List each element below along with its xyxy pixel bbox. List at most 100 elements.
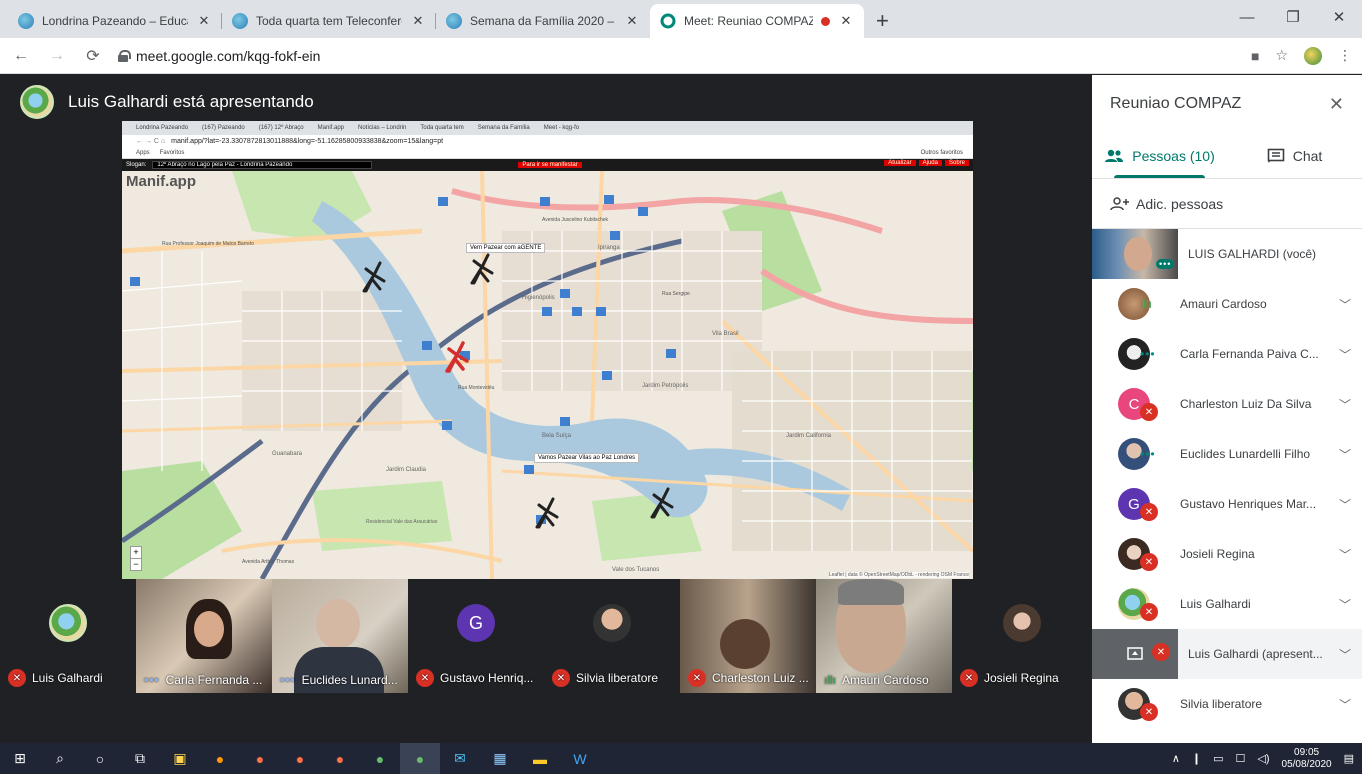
shared-tab: Manif.app: [317, 125, 344, 131]
people-icon: [1105, 149, 1124, 162]
shared-screen[interactable]: Londrina Pazeando (167) Pazeando (167) 1…: [122, 121, 973, 579]
list-item[interactable]: ✕ Josieli Regina ﹀: [1092, 529, 1362, 579]
cortana-icon[interactable]: ○: [80, 743, 120, 774]
chevron-down-icon[interactable]: ﹀: [1328, 446, 1362, 463]
participant-name: Carla Fernanda ...: [165, 673, 263, 687]
address-bar[interactable]: meet.google.com/kqg-fokf-ein: [118, 42, 1237, 70]
maximize-icon[interactable]: ❐: [1270, 0, 1316, 34]
list-item[interactable]: ✕ Silvia liberatore ﹀: [1092, 679, 1362, 729]
participant-tile[interactable]: ✕ Luis Galhardi: [0, 579, 136, 693]
shared-tab: (167) Pazeando: [202, 125, 245, 131]
avatar: [49, 604, 87, 642]
new-tab-button[interactable]: +: [864, 8, 901, 38]
chrome-icon[interactable]: ●: [240, 743, 280, 774]
chevron-down-icon[interactable]: ﹀: [1328, 596, 1362, 613]
calculator-icon[interactable]: ▦: [480, 743, 520, 774]
forward-arrow-icon[interactable]: →: [46, 47, 68, 65]
chevron-down-icon[interactable]: ﹀: [1328, 396, 1362, 413]
chevron-down-icon[interactable]: ﹀: [1328, 346, 1362, 363]
chevron-up-icon[interactable]: ∧: [1172, 752, 1180, 765]
slogan-label: Slogan:: [126, 162, 147, 168]
chevron-down-icon[interactable]: ﹀: [1328, 296, 1362, 313]
participant-tile[interactable]: ✕ Josieli Regina: [952, 579, 1092, 693]
windows-start-icon[interactable]: ⊞: [0, 743, 40, 774]
clock[interactable]: 09:05 05/08/2020: [1282, 747, 1332, 771]
browser-tab-2[interactable]: Toda quarta tem Teleconferência ✕: [222, 4, 436, 38]
avatar: [593, 604, 631, 642]
chrome-icon[interactable]: ●: [400, 743, 440, 774]
add-people-button[interactable]: Adic. pessoas: [1092, 179, 1362, 229]
list-item[interactable]: ıllı Amauri Cardoso ﹀: [1092, 279, 1362, 329]
extension-icon[interactable]: [1304, 46, 1322, 65]
participant-tile[interactable]: ✕ Silvia liberatore: [544, 579, 680, 693]
shared-address-bar: ← → C ⌂ manif.app/?lat=-23.3307872813011…: [122, 135, 973, 148]
close-panel-icon[interactable]: ✕: [1329, 94, 1344, 115]
list-item[interactable]: ••• LUIS GALHARDI (você): [1092, 229, 1362, 279]
clock-date: 05/08/2020: [1281, 758, 1332, 770]
menu-kebab-icon[interactable]: ⋮: [1338, 47, 1352, 64]
word-icon[interactable]: W: [560, 743, 600, 774]
mic-off-icon: ✕: [1152, 643, 1170, 661]
camera-icon[interactable]: ■: [1251, 48, 1259, 64]
list-item[interactable]: ✕ Luis Galhardi (apresent... ﹀: [1092, 629, 1362, 679]
close-tab-icon[interactable]: ✕: [410, 13, 426, 29]
chrome-icon[interactable]: ●: [320, 743, 360, 774]
map-district-label: Vila Brasil: [712, 331, 739, 337]
map-view[interactable]: Manif.app Vem Pazear com aGENTE Vamos Pa…: [122, 171, 973, 579]
list-item[interactable]: G ✕ Gustavo Henriques Mar... ﹀: [1092, 479, 1362, 529]
minimize-icon[interactable]: —: [1224, 0, 1270, 34]
participant-name: Euclides Lunard...: [301, 673, 398, 687]
meet-stage: Luis Galhardi está apresentando Londrina…: [0, 75, 1092, 743]
firefox-icon[interactable]: ●: [200, 743, 240, 774]
chrome-icon[interactable]: ●: [360, 743, 400, 774]
close-tab-icon[interactable]: ✕: [196, 13, 212, 29]
back-arrow-icon[interactable]: ←: [10, 47, 32, 65]
chevron-down-icon[interactable]: ﹀: [1328, 646, 1362, 663]
task-view-icon[interactable]: ⧉: [120, 743, 160, 774]
map-district-label: Vale dos Tucanos: [612, 567, 660, 573]
zoom-in-icon: +: [133, 547, 139, 557]
tab-chat[interactable]: Chat: [1227, 133, 1362, 178]
chevron-down-icon[interactable]: ﹀: [1328, 696, 1362, 713]
site-favicon-icon: [232, 13, 248, 29]
zoom-out-icon: −: [131, 558, 141, 570]
store-icon[interactable]: ▣: [160, 743, 200, 774]
reload-icon[interactable]: ⟳: [82, 46, 104, 66]
list-item[interactable]: ••• Carla Fernanda Paiva C... ﹀: [1092, 329, 1362, 379]
browser-tab-1[interactable]: Londrina Pazeando – Educar para ✕: [8, 4, 222, 38]
close-tab-icon[interactable]: ✕: [838, 13, 854, 29]
microphone-icon[interactable]: ❙: [1192, 752, 1201, 765]
map-canvas: [122, 171, 973, 579]
battery-icon[interactable]: ▭: [1213, 752, 1223, 765]
map-district-label: Jardim California: [786, 433, 832, 439]
browser-tab-3[interactable]: Semana da Família 2020 – Londri ✕: [436, 4, 650, 38]
participant-name: Amauri Cardoso: [842, 673, 929, 687]
participant-tile[interactable]: G ✕ Gustavo Henriq...: [408, 579, 544, 693]
mic-off-icon: ✕: [1140, 703, 1158, 721]
tab-people[interactable]: Pessoas (10): [1092, 133, 1227, 178]
mail-icon[interactable]: ✉: [440, 743, 480, 774]
list-item[interactable]: ✕ Luis Galhardi ﹀: [1092, 579, 1362, 629]
list-item[interactable]: ••• Euclides Lunardelli Filho ﹀: [1092, 429, 1362, 479]
chrome-icon[interactable]: ●: [280, 743, 320, 774]
chevron-down-icon[interactable]: ﹀: [1328, 496, 1362, 513]
chevron-down-icon[interactable]: ﹀: [1328, 546, 1362, 563]
close-window-icon[interactable]: ✕: [1316, 0, 1362, 34]
more-dots-icon: •••: [144, 673, 160, 687]
close-tab-icon[interactable]: ✕: [624, 13, 640, 29]
list-item[interactable]: C ✕ Charleston Luiz Da Silva ﹀: [1092, 379, 1362, 429]
participant-tile[interactable]: ıllı Amauri Cardoso: [816, 579, 952, 693]
mic-off-icon: ✕: [1140, 503, 1158, 521]
participant-tile[interactable]: ••• Euclides Lunard...: [272, 579, 408, 693]
search-icon[interactable]: ⌕: [40, 743, 80, 774]
network-icon[interactable]: ☐: [1236, 752, 1246, 765]
browser-tab-meet[interactable]: Meet: Reuniao COMPAZ ✕: [650, 4, 864, 38]
participant-tile[interactable]: ••• Carla Fernanda ...: [136, 579, 272, 693]
tab-title: Londrina Pazeando – Educar para: [42, 14, 188, 28]
volume-icon[interactable]: ◁): [1257, 752, 1269, 765]
bookmark-star-icon[interactable]: ☆: [1275, 47, 1288, 64]
notifications-icon[interactable]: ▤: [1344, 752, 1354, 765]
file-explorer-icon[interactable]: ▬: [520, 743, 560, 774]
browser-tab-strip: Londrina Pazeando – Educar para ✕ Toda q…: [0, 0, 1362, 38]
participant-tile[interactable]: ✕ Charleston Luiz ...: [680, 579, 816, 693]
